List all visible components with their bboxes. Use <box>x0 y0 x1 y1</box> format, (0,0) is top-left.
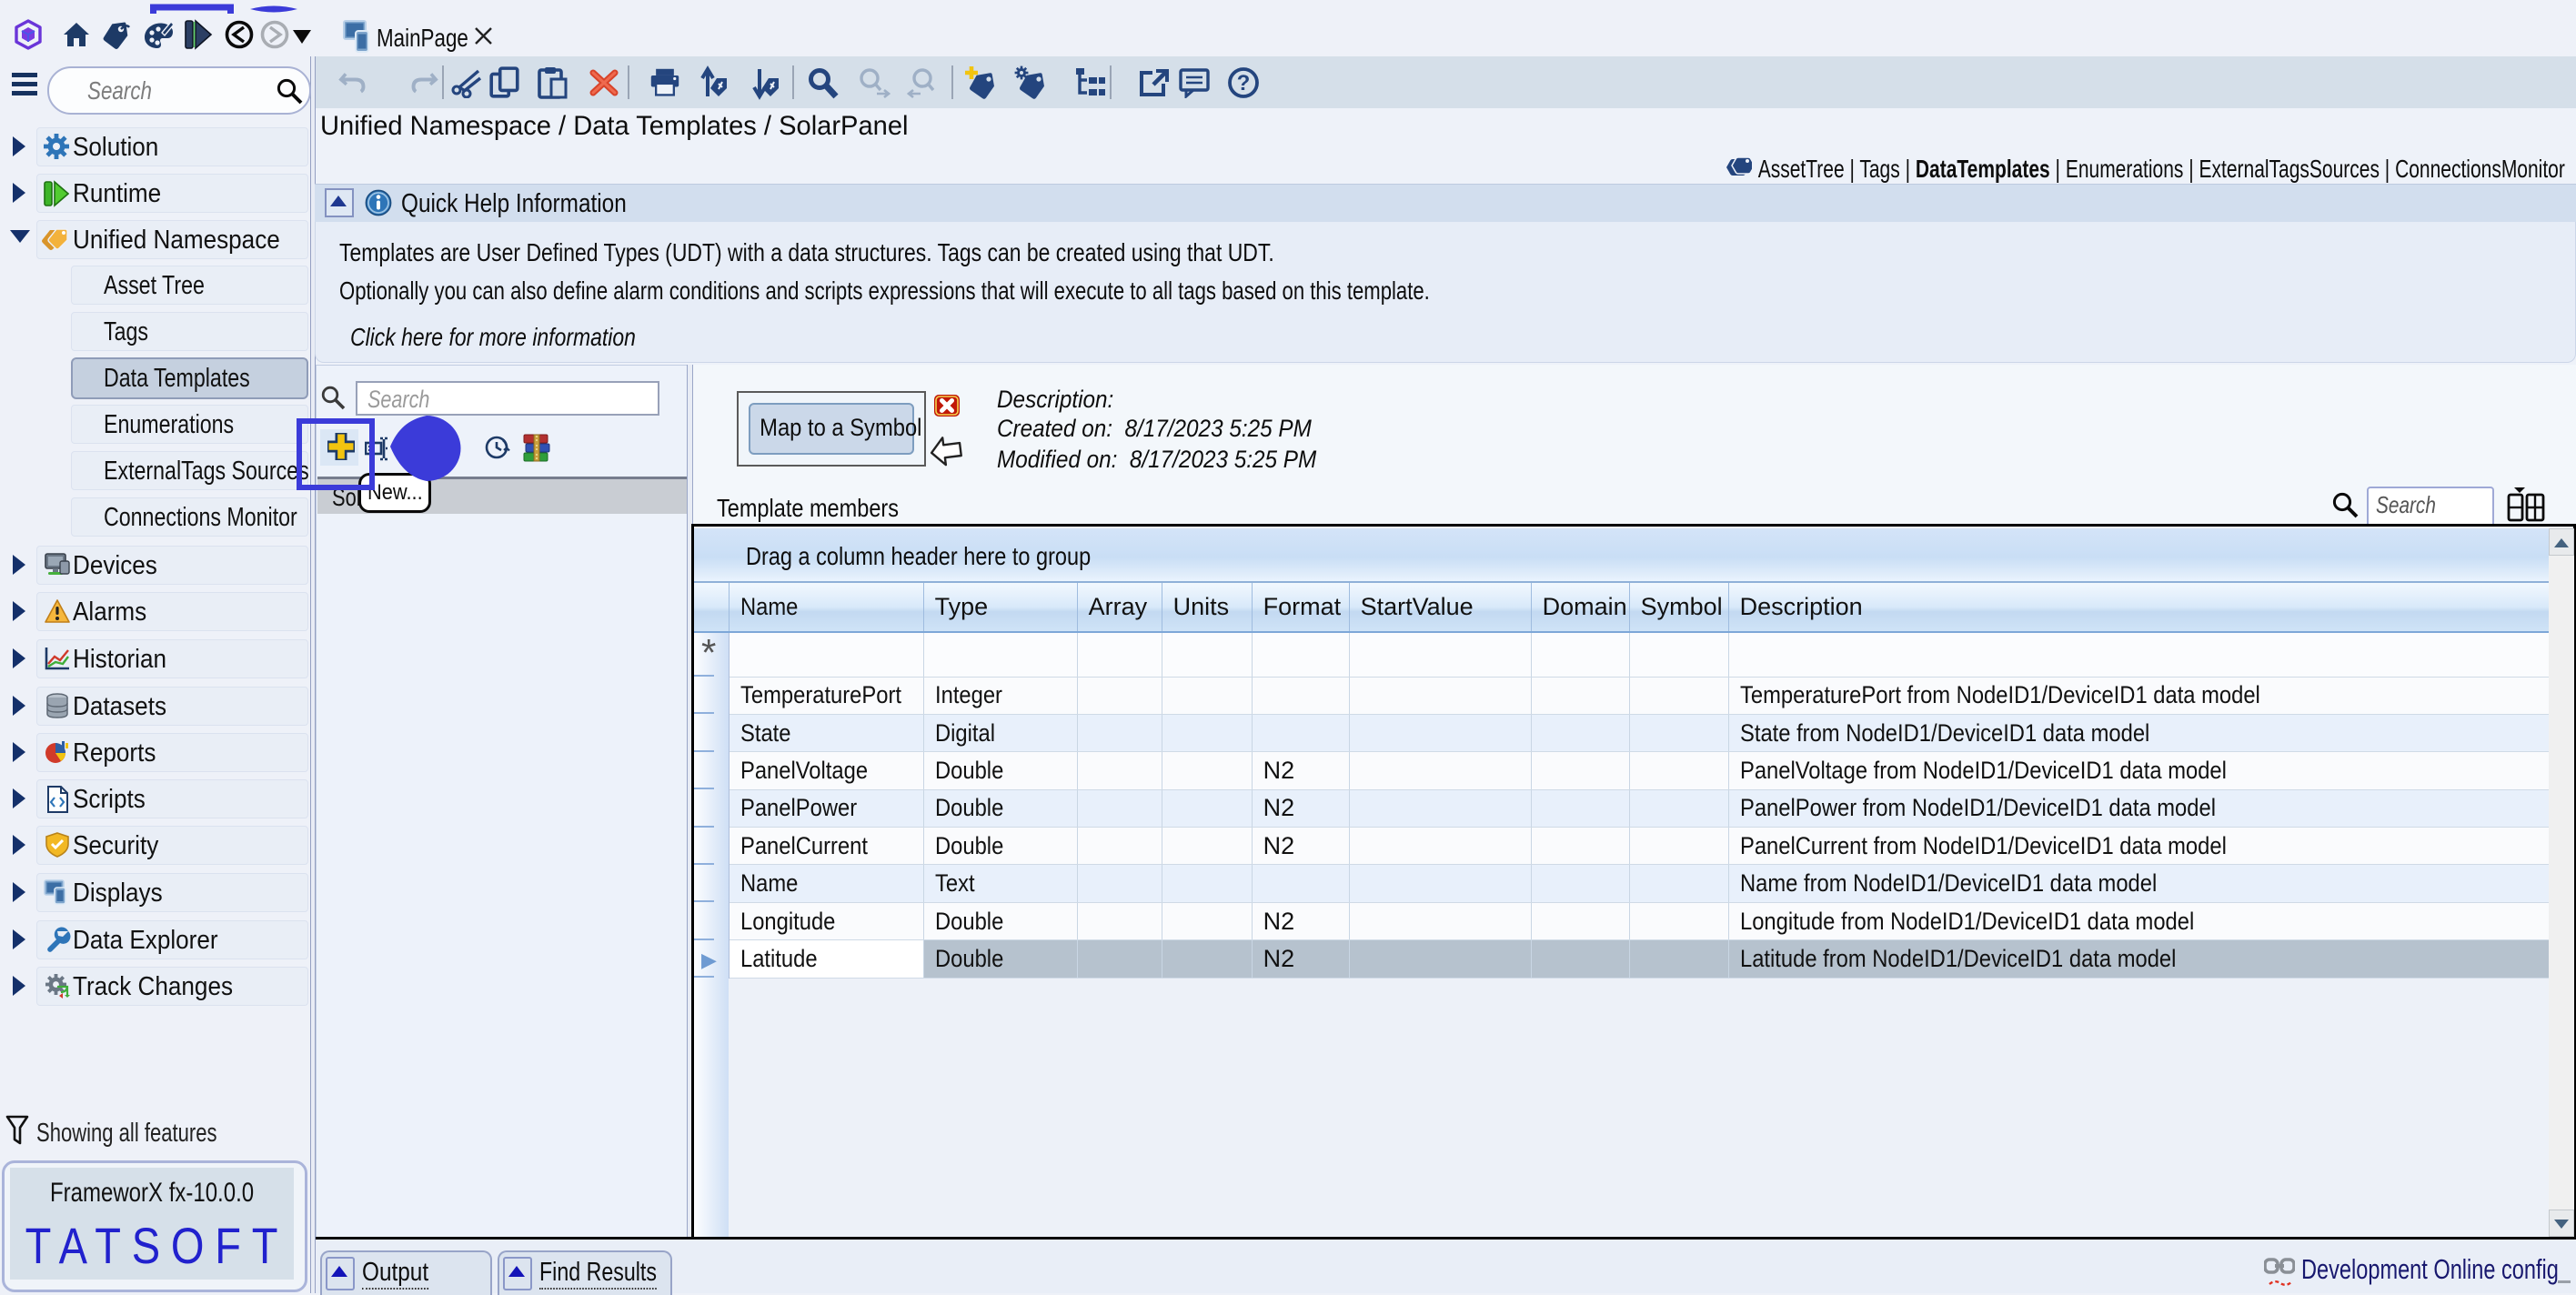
svg-text:?: ? <box>1237 71 1251 95</box>
